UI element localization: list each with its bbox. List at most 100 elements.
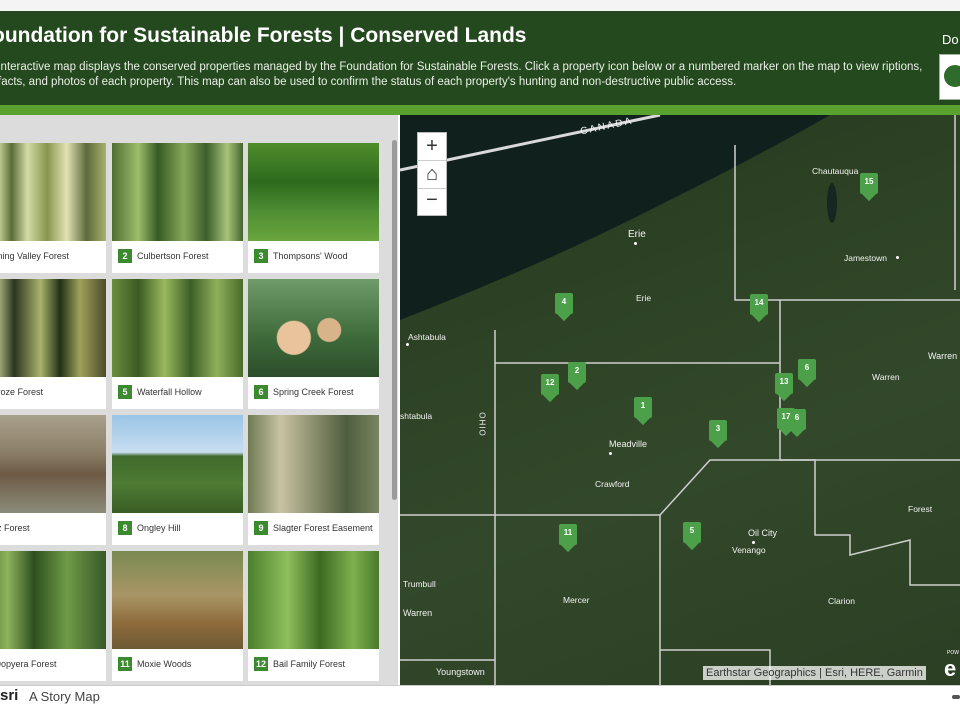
label-clarion: Clarion (828, 596, 855, 606)
label-mercer: Mercer (563, 595, 590, 605)
page-description: interactive map displays the conserved p… (0, 61, 923, 88)
gallery-card[interactable]: 8 Ongley Hill (112, 415, 243, 545)
property-marker[interactable]: 17 (777, 408, 795, 437)
label-warren-county: Warren (872, 372, 900, 382)
property-photo (112, 415, 243, 513)
card-label: Slagter Forest Easement (273, 523, 373, 533)
marker-number: 17 (781, 412, 791, 421)
marker-number: 5 (689, 526, 695, 535)
property-photo (0, 551, 106, 649)
city-dot (752, 541, 755, 544)
city-dot (896, 256, 899, 259)
label-oil-city: Oil City (748, 528, 777, 538)
gallery-card[interactable]: Floraroze Forest (0, 279, 106, 409)
card-number-badge: 11 (118, 657, 132, 671)
property-photo (0, 279, 106, 377)
label-warren-city: Warren (928, 351, 958, 361)
property-marker[interactable]: 2 (568, 362, 586, 391)
card-number-badge: 2 (118, 249, 132, 263)
property-gallery: Blooming Valley Forest 2 Culbertson Fore… (0, 115, 398, 685)
marker-number: 4 (561, 297, 567, 306)
property-marker[interactable]: 13 (775, 373, 793, 402)
property-photo (0, 415, 106, 513)
share-icon[interactable] (952, 695, 960, 699)
property-photo (248, 551, 379, 649)
card-number-badge: 12 (254, 657, 268, 671)
marker-number: 6 (804, 363, 810, 372)
property-marker[interactable]: 3 (709, 420, 727, 449)
city-dot (406, 343, 409, 346)
property-photo (248, 143, 379, 241)
property-photo (112, 551, 243, 649)
card-label: Thompsons' Wood (273, 251, 348, 261)
gallery-card[interactable]: Blooming Valley Forest (0, 143, 106, 273)
page-title: oundation for Sustainable Forests | Cons… (0, 24, 527, 47)
marker-number: 3 (715, 424, 721, 433)
card-label: Spring Creek Forest (273, 387, 354, 397)
marker-number: 2 (574, 366, 580, 375)
home-button[interactable]: ⌂ (418, 160, 446, 189)
property-photo (248, 415, 379, 513)
zoom-controls: + ⌂ − (417, 132, 447, 216)
card-label: Savitz Forest (0, 523, 30, 533)
property-photo (248, 279, 379, 377)
lake-erie (400, 115, 830, 320)
property-photo (112, 279, 243, 377)
marker-number: 15 (864, 177, 874, 186)
county-line (495, 459, 780, 516)
gallery-card[interactable]: 12 Bail Family Forest (248, 551, 379, 681)
label-trumbull: Trumbull (403, 579, 436, 589)
gallery-card[interactable]: 5 Waterfall Hollow (112, 279, 243, 409)
marker-number: 11 (563, 528, 573, 537)
story-map-label[interactable]: A Story Map (29, 689, 100, 704)
gallery-card[interactable]: 9 Slagter Forest Easement (248, 415, 379, 545)
property-marker[interactable]: 14 (750, 294, 768, 323)
property-marker[interactable]: 5 (683, 522, 701, 551)
organization-logo[interactable] (939, 54, 960, 100)
county-line (495, 300, 781, 364)
property-marker[interactable]: 12 (541, 374, 559, 403)
esri-logo[interactable]: sri (0, 687, 18, 704)
card-label: Floraroze Forest (0, 387, 44, 397)
marker-number: 13 (779, 377, 789, 386)
label-ohio: OHIO (477, 412, 487, 437)
card-number-badge: 9 (254, 521, 268, 535)
gallery-card[interactable]: Savitz Forest (0, 415, 106, 545)
label-chautauqua: Chautauqua (812, 166, 859, 176)
city-dot (634, 242, 637, 245)
gallery-card[interactable]: 11 Moxie Woods (112, 551, 243, 681)
gallery-card[interactable]: 2 Culbertson Forest (112, 143, 243, 273)
property-photo (0, 143, 106, 241)
zoom-out-button[interactable]: − (418, 187, 446, 214)
map-attribution[interactable]: Earthstar Geographics | Esri, HERE, Garm… (703, 666, 926, 680)
label-venango: Venango (732, 545, 766, 555)
donate-link[interactable]: Do (942, 32, 959, 47)
county-line (780, 459, 960, 586)
property-marker[interactable]: 1 (634, 397, 652, 426)
map-view[interactable]: CANADA Chautauqua Erie Erie Jamestown As… (400, 115, 960, 685)
esri-map-logo[interactable]: e (944, 656, 956, 682)
property-marker[interactable]: 15 (860, 173, 878, 202)
card-label: Culbertson Forest (137, 251, 209, 261)
marker-number: 12 (545, 378, 555, 387)
property-marker[interactable]: 4 (555, 293, 573, 322)
card-label: Bail Family Forest (273, 659, 346, 669)
label-youngstown: Youngstown (436, 667, 485, 677)
map-basemap (400, 115, 960, 685)
gallery-card[interactable]: Lay-Dopyera Forest (0, 551, 106, 681)
logo-emblem (944, 65, 960, 87)
card-number-badge: 3 (254, 249, 268, 263)
card-number-badge: 8 (118, 521, 132, 535)
marker-number: 1 (640, 401, 646, 410)
card-number-badge: 6 (254, 385, 268, 399)
property-marker[interactable]: 11 (559, 524, 577, 553)
card-label: Blooming Valley Forest (0, 251, 69, 261)
gallery-card[interactable]: 3 Thompsons' Wood (248, 143, 379, 273)
label-crawford: Crawford (595, 479, 630, 489)
property-marker[interactable]: 6 (798, 359, 816, 388)
city-dot (609, 452, 612, 455)
gallery-card[interactable]: 6 Spring Creek Forest (248, 279, 379, 409)
gallery-scrollbar[interactable] (392, 140, 397, 500)
zoom-in-button[interactable]: + (418, 133, 446, 160)
label-jamestown: Jamestown (844, 253, 887, 263)
